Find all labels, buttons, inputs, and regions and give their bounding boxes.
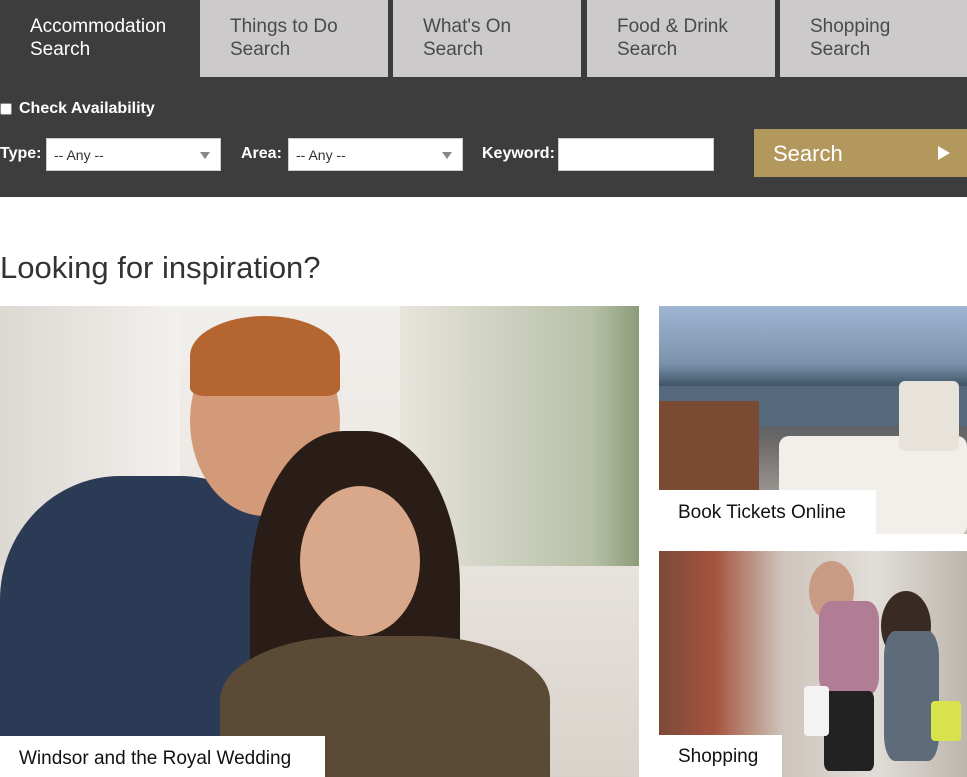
tab-label-line1: Food & Drink xyxy=(617,16,728,37)
check-availability[interactable]: Check Availability xyxy=(0,100,155,118)
inspiration-heading: Looking for inspiration? xyxy=(0,250,321,285)
tab-label-line2: Search xyxy=(423,39,484,60)
shopping-bag-image xyxy=(804,686,829,736)
card-royal-wedding[interactable]: Windsor and the Royal Wedding xyxy=(0,306,639,777)
card-caption: Book Tickets Online xyxy=(659,490,876,534)
search-button[interactable]: Search xyxy=(754,129,967,177)
tab-things-to-do-search[interactable]: Things to Do Search xyxy=(200,0,388,77)
type-select[interactable]: -- Any -- xyxy=(46,138,221,171)
play-arrow-icon xyxy=(938,146,950,160)
check-availability-checkbox[interactable] xyxy=(0,103,12,115)
hair-image xyxy=(190,316,340,396)
tab-label-line2: Search xyxy=(30,39,91,60)
tab-label-line1: What's On xyxy=(423,16,512,37)
tab-label-line2: Search xyxy=(617,39,678,60)
card-caption: Shopping xyxy=(659,735,782,777)
chevron-down-icon xyxy=(200,152,210,159)
tea-pot-image xyxy=(899,381,959,451)
keyword-label: Keyword: xyxy=(482,145,555,162)
area-select-value: -- Any -- xyxy=(296,147,346,163)
area-label: Area: xyxy=(241,145,282,162)
tab-label-line2: Search xyxy=(810,39,871,60)
tab-label-line1: Shopping xyxy=(810,16,891,37)
search-button-label: Search xyxy=(773,141,843,166)
type-label: Type: xyxy=(0,145,42,162)
shirt-image xyxy=(819,601,879,696)
tab-label-line1: Things to Do xyxy=(230,16,338,37)
card-shopping[interactable]: Shopping xyxy=(659,551,967,777)
tab-accommodation-search[interactable]: Accommodation Search xyxy=(0,0,195,77)
face-image xyxy=(300,486,420,636)
card-caption: Windsor and the Royal Wedding xyxy=(0,736,325,777)
keyword-input[interactable] xyxy=(558,138,714,171)
card-book-tickets[interactable]: Book Tickets Online xyxy=(659,306,967,534)
chevron-down-icon xyxy=(442,152,452,159)
tab-label-line2: Search xyxy=(230,39,291,60)
tab-food-drink-search[interactable]: Food & Drink Search xyxy=(587,0,775,77)
jacket-image xyxy=(884,631,939,761)
tab-whats-on-search[interactable]: What's On Search xyxy=(393,0,581,77)
search-tabs: Accommodation Search Things to Do Search… xyxy=(0,0,967,77)
shopping-bag-image xyxy=(931,701,961,741)
tab-label-line1: Accommodation xyxy=(30,16,167,37)
trousers-image xyxy=(824,691,874,771)
search-panel: Check Availability Type: -- Any -- Area:… xyxy=(0,77,967,197)
tab-shopping-search[interactable]: Shopping Search xyxy=(780,0,967,77)
check-availability-label: Check Availability xyxy=(19,100,155,117)
area-select[interactable]: -- Any -- xyxy=(288,138,463,171)
type-select-value: -- Any -- xyxy=(54,147,104,163)
